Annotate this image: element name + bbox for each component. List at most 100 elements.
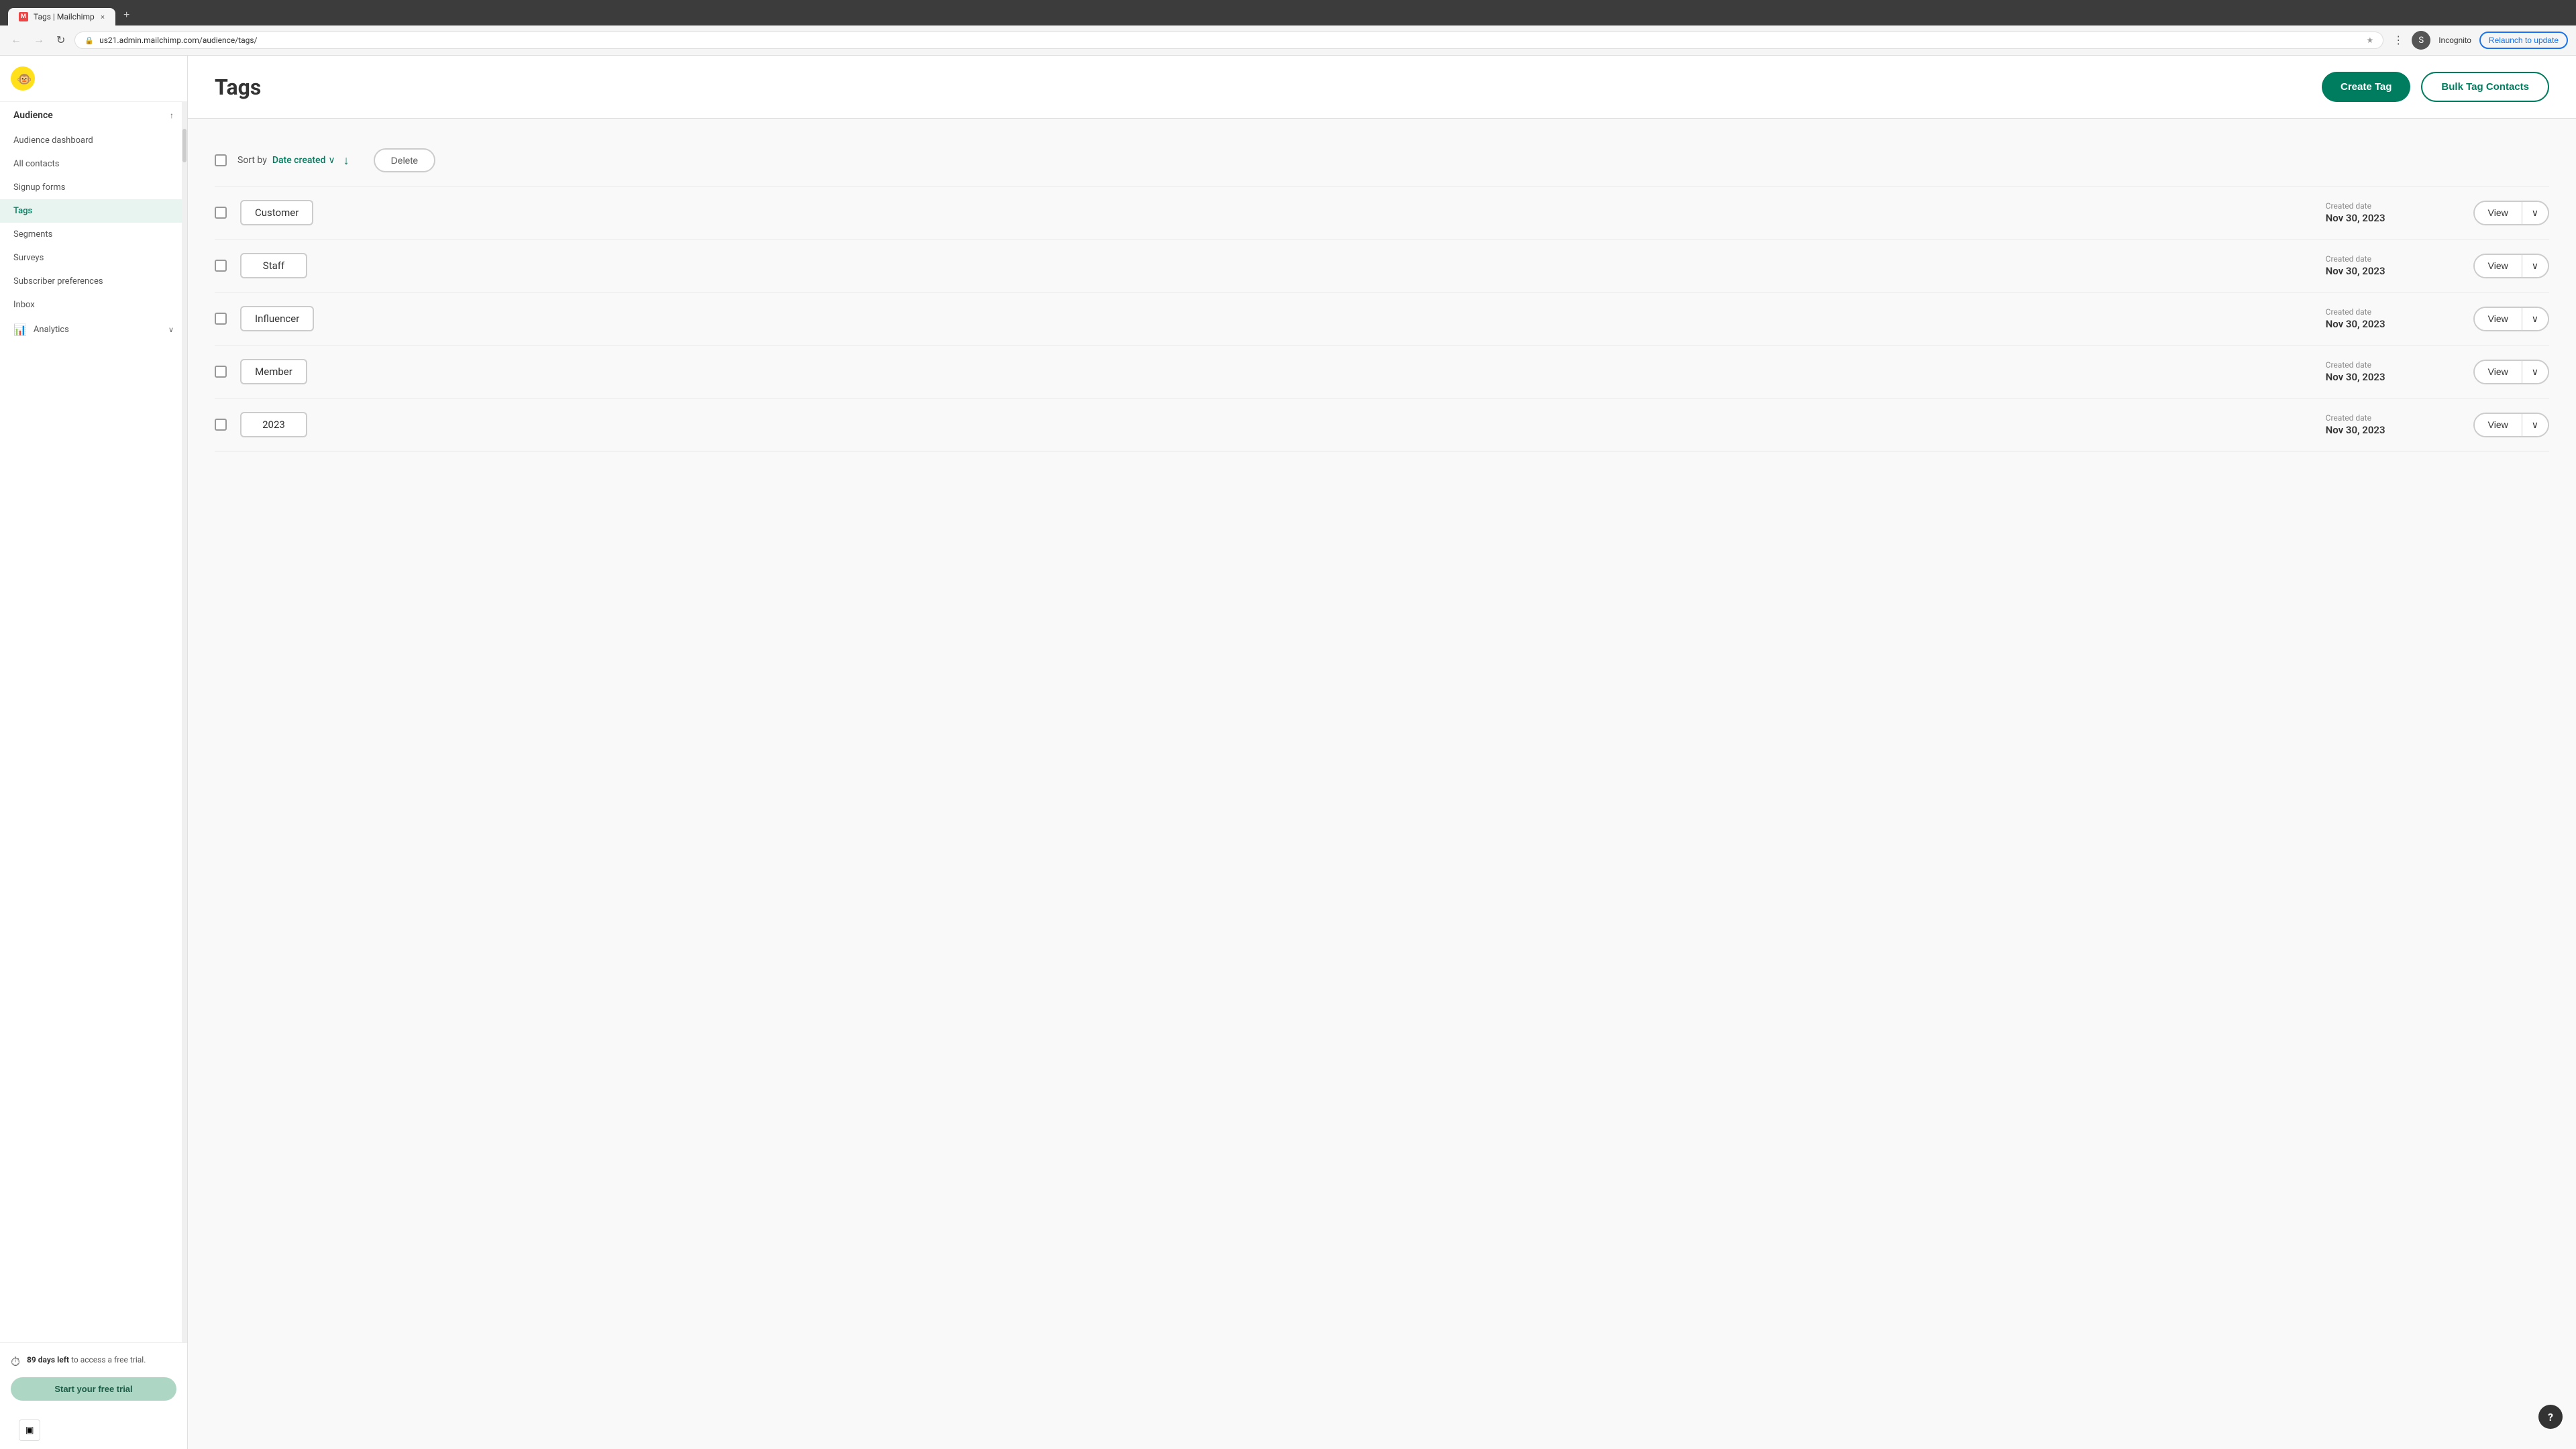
- analytics-chevron-icon: ∨: [168, 325, 174, 334]
- sidebar-item-label: Signup forms: [13, 182, 66, 193]
- sidebar-item-surveys[interactable]: Surveys: [0, 246, 187, 270]
- main-content: Tags Create Tag Bulk Tag Contacts Sort b…: [188, 56, 2576, 1449]
- help-button[interactable]: ?: [2538, 1405, 2563, 1429]
- sidebar-scroll-area: Audience ↑ Audience dashboard All contac…: [0, 102, 187, 1342]
- svg-text:🐵: 🐵: [17, 72, 32, 87]
- row-checkbox-1[interactable]: [215, 260, 227, 272]
- sidebar-item-label: Inbox: [13, 300, 35, 310]
- incognito-label: Incognito: [2436, 33, 2474, 48]
- new-tab-btn[interactable]: +: [117, 5, 136, 25]
- tag-dropdown-btn-0[interactable]: ∨: [2522, 202, 2548, 224]
- created-date-label-0: Created date: [2326, 201, 2460, 211]
- select-all-checkbox[interactable]: [215, 154, 227, 166]
- sidebar-item-inbox[interactable]: Inbox: [0, 293, 187, 317]
- bookmark-icon: ★: [2366, 36, 2373, 45]
- delete-button[interactable]: Delete: [374, 148, 435, 172]
- bulk-tag-contacts-button[interactable]: Bulk Tag Contacts: [2421, 72, 2549, 102]
- url-text: us21.admin.mailchimp.com/audience/tags/: [99, 36, 2361, 45]
- created-date-value-3: Nov 30, 2023: [2326, 371, 2460, 383]
- start-trial-btn[interactable]: Start your free trial: [11, 1377, 176, 1401]
- address-bar[interactable]: 🔒 us21.admin.mailchimp.com/audience/tags…: [74, 32, 2383, 49]
- tag-dropdown-btn-3[interactable]: ∨: [2522, 361, 2548, 383]
- main-header: Tags Create Tag Bulk Tag Contacts: [188, 56, 2576, 119]
- created-date-label-3: Created date: [2326, 360, 2460, 370]
- created-date-label-2: Created date: [2326, 307, 2460, 317]
- active-tab: M Tags | Mailchimp ×: [8, 8, 115, 25]
- sidebar-item-label: Tags: [13, 206, 32, 216]
- created-date-value-0: Nov 30, 2023: [2326, 212, 2460, 224]
- collapse-icon[interactable]: ↑: [170, 111, 174, 120]
- sidebar-item-label: All contacts: [13, 159, 60, 169]
- sidebar-item-label: Audience dashboard: [13, 136, 93, 146]
- sidebar-item-label: Surveys: [13, 253, 44, 263]
- sidebar-expand-btn[interactable]: ▣: [19, 1419, 40, 1441]
- view-btn-4[interactable]: View: [2475, 414, 2522, 436]
- tag-row: Staff Created date Nov 30, 2023 View ∨: [215, 239, 2549, 292]
- tag-label-2: Influencer: [240, 306, 314, 331]
- created-date-label-1: Created date: [2326, 254, 2460, 264]
- refresh-btn[interactable]: ↻: [54, 31, 68, 50]
- sidebar-item-signup-forms[interactable]: Signup forms: [0, 176, 187, 199]
- tag-meta-2: Created date Nov 30, 2023: [2326, 307, 2460, 330]
- row-checkbox-2[interactable]: [215, 313, 227, 325]
- sort-direction-btn[interactable]: ↓: [341, 151, 352, 170]
- row-checkbox-3[interactable]: [215, 366, 227, 378]
- sidebar-item-all-contacts[interactable]: All contacts: [0, 152, 187, 176]
- sort-label: Sort by: [237, 155, 267, 166]
- sort-dropdown-icon: ∨: [328, 155, 335, 166]
- sort-value-btn[interactable]: Date created ∨: [272, 155, 335, 166]
- create-tag-button[interactable]: Create Tag: [2322, 72, 2410, 102]
- trial-text: 89 days left to access a free trial.: [27, 1354, 146, 1366]
- relaunch-btn[interactable]: Relaunch to update: [2479, 32, 2568, 49]
- view-btn-0[interactable]: View: [2475, 202, 2522, 224]
- tab-close-btn[interactable]: ×: [101, 13, 105, 21]
- sidebar-item-analytics[interactable]: 📊 Analytics ∨: [0, 317, 187, 343]
- view-btn-1[interactable]: View: [2475, 255, 2522, 277]
- trial-info: ⏱ 89 days left to access a free trial.: [11, 1354, 176, 1369]
- created-date-value-2: Nov 30, 2023: [2326, 318, 2460, 330]
- tag-actions-0: View ∨: [2473, 201, 2549, 225]
- tag-label-4: 2023: [240, 412, 307, 437]
- mailchimp-logo-icon[interactable]: 🐵: [11, 66, 35, 91]
- tag-dropdown-btn-1[interactable]: ∨: [2522, 255, 2548, 277]
- tag-actions-2: View ∨: [2473, 307, 2549, 331]
- extensions-btn[interactable]: ⋮: [2390, 31, 2406, 50]
- sidebar-item-tags[interactable]: Tags: [0, 199, 187, 223]
- tag-label-0: Customer: [240, 200, 313, 225]
- tab-title: Tags | Mailchimp: [34, 12, 95, 21]
- tag-dropdown-btn-4[interactable]: ∨: [2522, 414, 2548, 436]
- back-btn[interactable]: ←: [8, 32, 24, 49]
- row-checkbox-0[interactable]: [215, 207, 227, 219]
- sidebar-nav: Audience ↑ Audience dashboard All contac…: [0, 102, 187, 343]
- tag-row: Customer Created date Nov 30, 2023 View …: [215, 186, 2549, 239]
- tab-favicon: M: [19, 12, 28, 21]
- view-btn-2[interactable]: View: [2475, 308, 2522, 330]
- trial-description: to access a free trial.: [69, 1355, 146, 1364]
- tag-actions-4: View ∨: [2473, 413, 2549, 437]
- clock-icon: ⏱: [11, 1355, 20, 1369]
- tag-actions-3: View ∨: [2473, 360, 2549, 384]
- view-btn-3[interactable]: View: [2475, 361, 2522, 383]
- sidebar-item-subscriber-preferences[interactable]: Subscriber preferences: [0, 270, 187, 293]
- tag-row: Member Created date Nov 30, 2023 View ∨: [215, 345, 2549, 398]
- tags-content: Sort by Date created ∨ ↓ Delete Customer…: [188, 119, 2576, 473]
- sidebar-scroll-thumb[interactable]: [182, 129, 186, 162]
- tag-row: 2023 Created date Nov 30, 2023 View ∨: [215, 398, 2549, 451]
- tag-dropdown-btn-2[interactable]: ∨: [2522, 308, 2548, 330]
- page-title: Tags: [215, 74, 261, 100]
- sidebar-expand-icon: ▣: [25, 1425, 34, 1436]
- forward-btn[interactable]: →: [31, 32, 47, 49]
- audience-section-header: Audience ↑: [0, 102, 187, 129]
- sidebar: 🐵 Audience ↑ Audience dashboard All cont…: [0, 56, 188, 1449]
- lock-icon: 🔒: [85, 36, 94, 45]
- sidebar-item-audience-dashboard[interactable]: Audience dashboard: [0, 129, 187, 152]
- analytics-label: Analytics: [34, 325, 69, 335]
- row-checkbox-4[interactable]: [215, 419, 227, 431]
- sidebar-scroll-track[interactable]: [182, 102, 187, 1342]
- tag-meta-4: Created date Nov 30, 2023: [2326, 413, 2460, 436]
- header-actions: Create Tag Bulk Tag Contacts: [2322, 72, 2549, 102]
- tag-meta-3: Created date Nov 30, 2023: [2326, 360, 2460, 383]
- browser-chrome: M Tags | Mailchimp × +: [0, 0, 2576, 25]
- tags-toolbar: Sort by Date created ∨ ↓ Delete: [215, 140, 2549, 180]
- sidebar-item-segments[interactable]: Segments: [0, 223, 187, 246]
